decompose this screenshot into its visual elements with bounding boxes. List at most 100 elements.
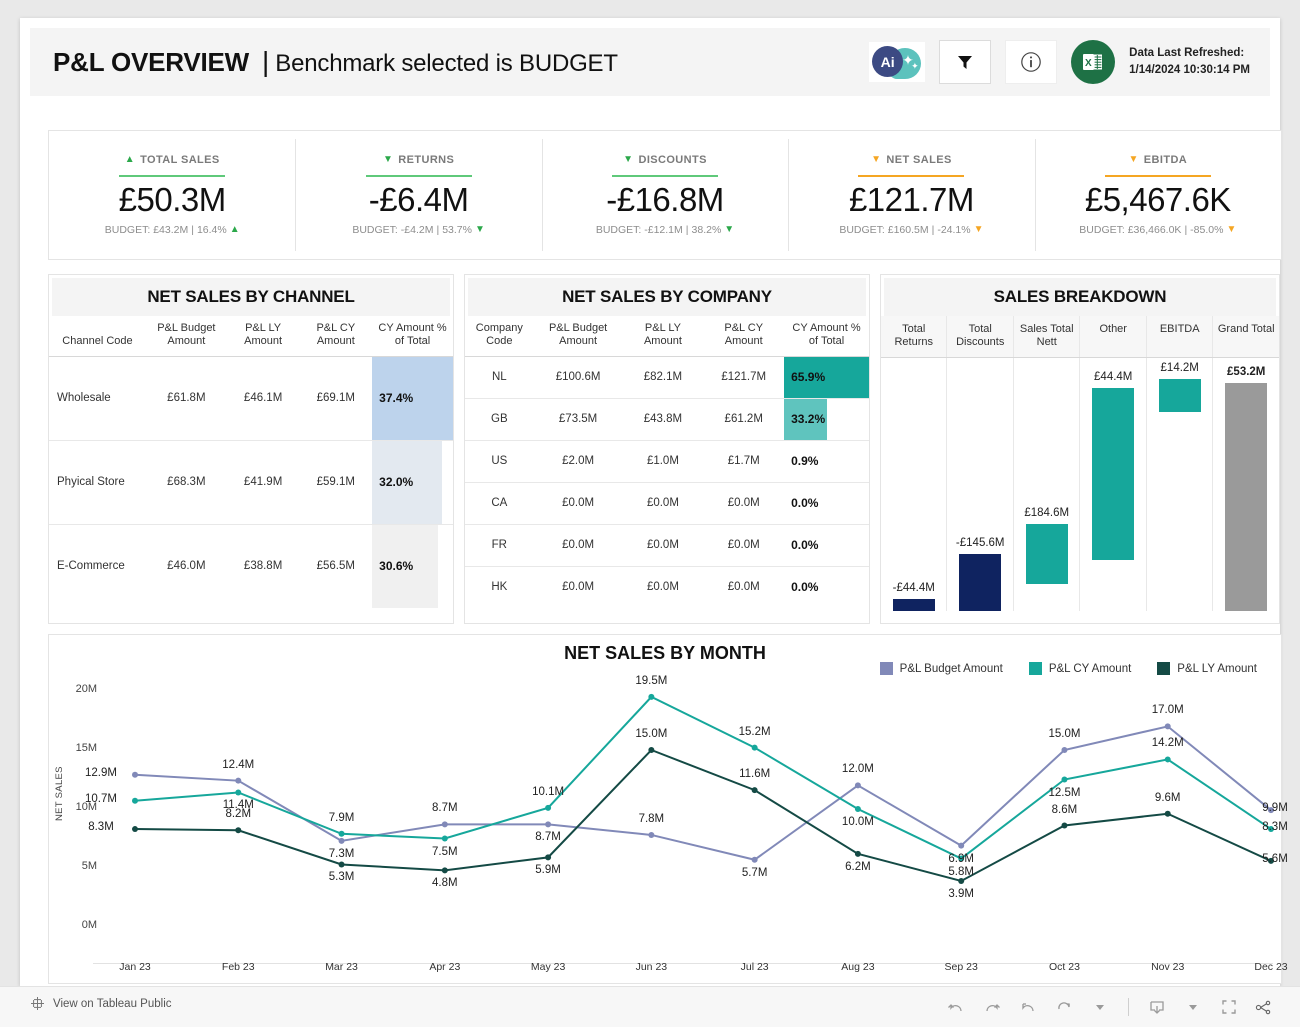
share-button[interactable] [1249,999,1278,1016]
kpi-card-3[interactable]: ▼ NET SALES £121.7M BUDGET: £160.5M | -2… [788,131,1034,259]
waterfall-col-0[interactable]: -£44.4M [881,358,946,611]
data-point [648,693,655,700]
kpi-label: ▼ RETURNS [383,154,454,166]
kpi-budget-text: BUDGET: £36,466.0K [1079,223,1182,236]
kpi-card-2[interactable]: ▼ DISCOUNTS -£16.8M BUDGET: -£12.1M | 38… [541,131,788,259]
waterfall-col-5[interactable]: £53.2M [1212,357,1279,611]
refresh-dropdown-button[interactable] [1084,993,1116,1021]
ai-icon: Ai [872,46,904,77]
waterfall-col-1[interactable]: -£145.6M [946,357,1013,611]
line-chart-title: NET SALES BY MONTH [564,643,766,663]
kpi-card-1[interactable]: ▼ RETURNS -£6.4M BUDGET: -£4.2M | 53.7% … [295,131,541,259]
data-label-1-6: 15.2M [738,725,771,738]
table-row[interactable]: GB £73.5M £43.8M £61.2M 33.2% [464,398,869,441]
sales-breakdown-panel: SALES BREAKDOWN Total Returns Total Disco… [879,274,1280,624]
company-cy: £0.0M [703,482,785,525]
ai-assistant-button[interactable]: Ai ✦ ✦ [869,42,926,82]
kpi-value: £50.3M [118,181,227,219]
table-row[interactable]: E-Commerce £46.0M £38.8M £56.5M 30.6% [49,524,453,608]
data-label-0-5: 7.8M [638,812,665,825]
kpi-trend-icon: ▼ [871,154,882,166]
data-point [1164,756,1171,763]
table-row[interactable]: US £2.0M £1.0M £1.7M 0.9% [464,440,869,483]
refresh-button[interactable] [1048,993,1080,1021]
data-point [132,826,138,833]
data-label-0-9: 15.0M [1048,728,1081,740]
refresh-timestamp: 1/14/2024 10:30:14 PM [1129,64,1250,76]
data-label-2-6: 11.6M [739,768,771,781]
data-point [1164,810,1171,817]
company-code: HK [491,581,508,594]
excel-export-button[interactable]: X [1071,40,1116,84]
kpi-card-4[interactable]: ▼ EBITDA £5,467.6K BUDGET: £36,466.0K | … [1034,131,1281,259]
table-row[interactable]: HK £0.0M £0.0M £0.0M 0.0% [465,566,869,608]
company-budget: £0.0M [562,581,595,594]
kpi-value: £121.7M [848,181,974,219]
table-row[interactable]: NL £100.6M £82.1M £121.7M 65.9% [464,356,869,399]
channel-cy: £56.5M [316,560,355,573]
waterfall-header-4: EBITDA [1145,316,1213,357]
company-col-4: CY Amount % of Total [784,316,869,357]
table-row[interactable]: FR £0.0M £0.0M £0.0M 0.0% [464,524,869,567]
data-point [338,837,345,844]
channel-pct-label: 30.6% [379,559,414,574]
data-label-2-5: 15.0M [635,728,668,740]
company-code: CA [464,482,534,525]
data-label-0-6: 5.7M [741,866,768,879]
company-pct-cell: 0.9% [784,440,869,483]
data-label-2-7: 6.2M [845,860,871,873]
download-dropdown-button[interactable] [1177,993,1209,1021]
kpi-benchmark: BUDGET: -£4.2M | 53.7% ▼ [352,224,485,236]
company-cy: £121.7M [703,356,785,399]
company-cy: £1.7M [703,440,785,483]
data-point [854,806,861,812]
table-row[interactable]: Phyical Store £68.3M £41.9M £59.1M 32.0% [49,440,453,525]
data-label-0-8: 6.9M [948,852,974,865]
data-label-1-0: 10.7M [85,792,117,805]
table-row[interactable]: Wholesale £61.8M £46.1M £69.1M 37.4% [49,356,453,441]
waterfall-bar-5 [1225,383,1268,611]
data-point [338,830,345,837]
download-button[interactable] [1141,993,1173,1021]
channel-cy: £59.1M [299,440,373,525]
channel-pct-cell: 30.6% [372,524,453,608]
undo-button[interactable] [940,993,972,1021]
kpi-rule [365,175,472,178]
waterfall-label-0: -£44.4M [892,582,935,595]
table-row[interactable]: CA £0.0M £0.0M £0.0M 0.0% [464,482,869,525]
fullscreen-button[interactable] [1213,993,1245,1021]
kpi-rule [612,175,719,178]
data-point [1061,822,1068,829]
kpi-benchmark: BUDGET: £36,466.0K | -85.0% ▼ [1079,224,1236,236]
waterfall-header-0: Total Returns [880,316,947,357]
kpi-card-0[interactable]: ▲ TOTAL SALES £50.3M BUDGET: £43.2M | 16… [49,131,295,259]
company-pct-label: 65.9% [791,370,826,385]
data-point [854,782,861,789]
info-button[interactable] [1005,40,1058,84]
kpi-label-text: EBITDA [1143,154,1188,167]
kpi-budget-text: BUDGET: £43.2M [104,223,189,236]
data-point [958,877,965,884]
revert-button[interactable] [1012,993,1044,1021]
waterfall-col-3[interactable]: £44.4M [1079,357,1146,611]
chevron-down-icon [1189,1005,1197,1010]
company-ly: £43.8M [622,398,704,441]
channel-panel-title: NET SALES BY CHANNEL [52,278,450,316]
redo-button[interactable] [976,993,1008,1021]
filter-button[interactable] [939,40,992,84]
waterfall-col-4[interactable]: £14.2M [1145,357,1213,611]
data-point [235,827,242,834]
company-pct-label: 0.0% [791,580,819,595]
channel-budget: £61.8M [145,356,227,441]
company-budget: £100.6M [533,356,623,399]
kpi-delta-text: 38.2% [691,223,722,236]
waterfall-label-1: -£145.6M [955,536,1005,549]
channel-pct-cell: 37.4% [372,356,453,441]
view-on-tableau-public-link[interactable]: View on Tableau Public [30,996,172,1011]
channel-col-1: P&L Budget Amount [145,316,227,357]
company-pct-label: 0.0% [791,538,819,553]
channel-name: Wholesale [49,356,146,441]
data-point [441,821,448,828]
sparkle-icon-small: ✦ [911,61,919,71]
waterfall-col-2[interactable]: £184.6M [1012,357,1080,611]
